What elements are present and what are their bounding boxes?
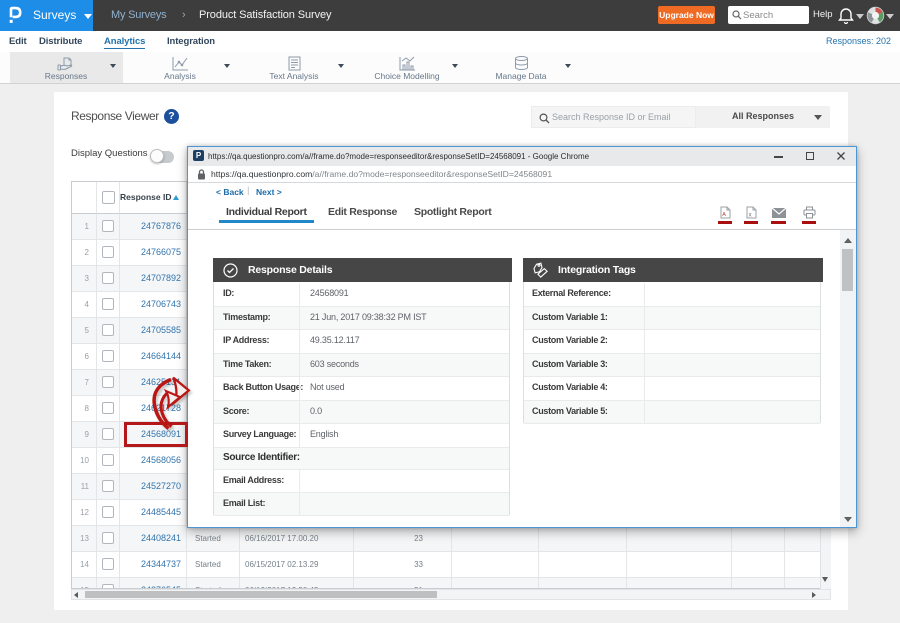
- svg-text:x: x: [749, 213, 752, 219]
- svg-text:A: A: [722, 212, 726, 218]
